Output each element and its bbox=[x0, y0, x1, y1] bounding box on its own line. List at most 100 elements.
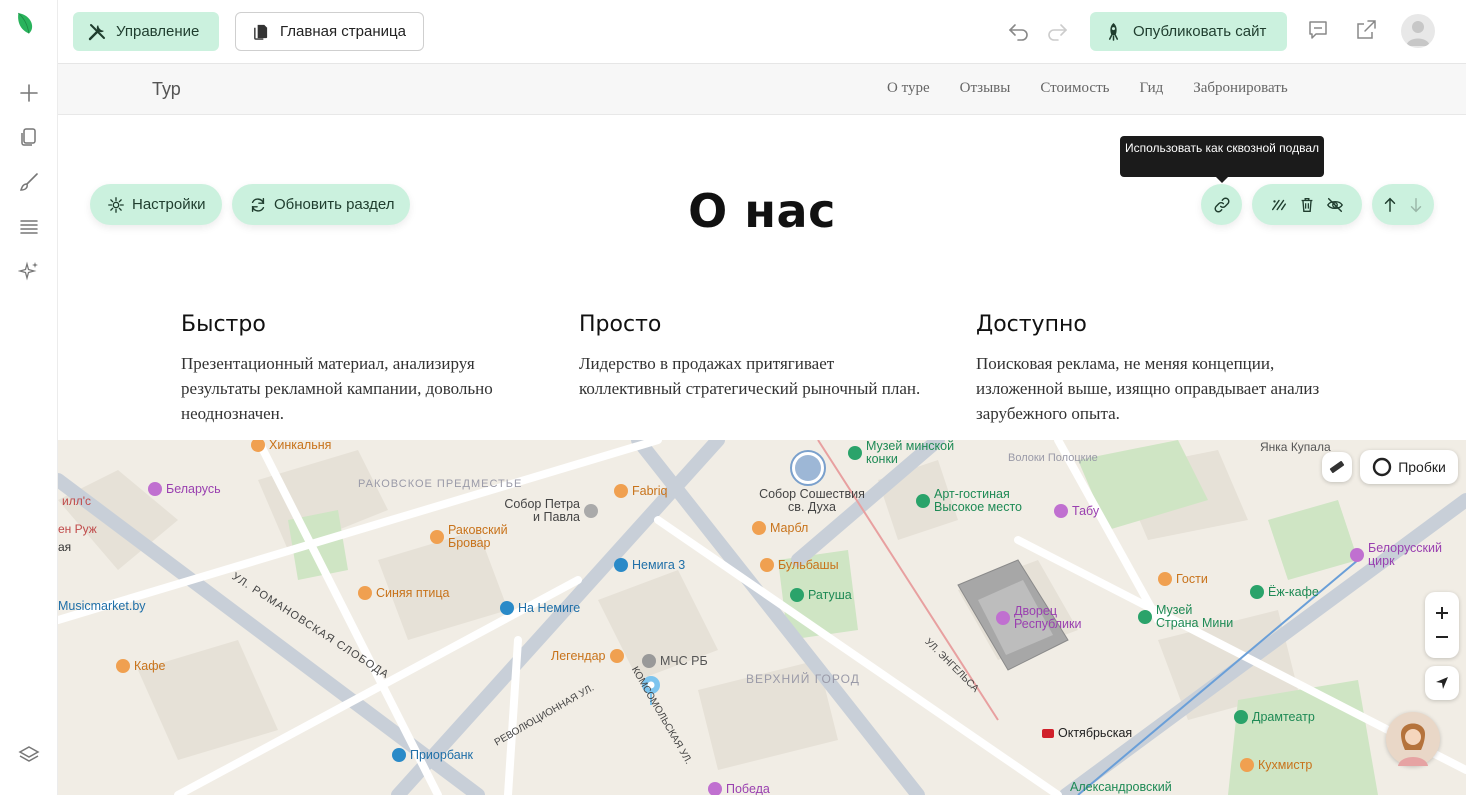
map-poi[interactable]: Немига 3 bbox=[614, 558, 685, 572]
feature-heading: Просто bbox=[579, 312, 662, 337]
chat-icon[interactable] bbox=[1306, 18, 1332, 44]
map-poi[interactable]: Приорбанк bbox=[392, 748, 473, 762]
trash-icon[interactable] bbox=[1298, 196, 1316, 214]
redo-icon[interactable] bbox=[1044, 18, 1070, 44]
nav-item-book[interactable]: Забронировать bbox=[1193, 80, 1287, 97]
feature-heading: Быстро bbox=[181, 312, 266, 337]
open-external-icon[interactable] bbox=[1354, 18, 1380, 44]
map-poi[interactable]: Fabriq bbox=[614, 484, 667, 498]
traffic-icon bbox=[1372, 457, 1392, 477]
feature-heading: Доступно bbox=[976, 312, 1087, 337]
home-page-button[interactable]: Главная страница bbox=[235, 12, 424, 51]
move-section-control bbox=[1372, 184, 1434, 225]
nav-item-about-tour[interactable]: О туре bbox=[887, 80, 930, 97]
nav-item-guide[interactable]: Гид bbox=[1139, 80, 1163, 97]
assistant-avatar[interactable] bbox=[1386, 712, 1440, 766]
feature-text: Презентационный материал, анализируя рез… bbox=[181, 354, 493, 423]
map-poi[interactable]: Раковский Бровар bbox=[430, 524, 520, 550]
map-poi[interactable]: Музей минской конки bbox=[848, 440, 968, 466]
district-label: РАКОВСКОЕ ПРЕДМЕСТЬЕ bbox=[358, 478, 523, 490]
map-poi[interactable]: Бульбашы bbox=[760, 558, 839, 572]
refresh-label: Обновить раздел bbox=[274, 196, 395, 213]
site-logo[interactable]: Тур bbox=[152, 79, 181, 100]
map-poi[interactable]: Победа bbox=[708, 782, 770, 795]
map-poi[interactable]: Собор Сошествия св. Духа bbox=[752, 488, 872, 514]
zoom-in-icon[interactable] bbox=[1434, 605, 1450, 621]
zoom-out-icon[interactable] bbox=[1434, 629, 1450, 645]
refresh-icon bbox=[251, 197, 265, 212]
add-icon[interactable] bbox=[14, 78, 44, 108]
brush-icon[interactable] bbox=[14, 167, 44, 197]
top-toolbar: Управление Главная страница Опубликовать… bbox=[58, 0, 1466, 64]
locate-me-icon[interactable] bbox=[1425, 666, 1459, 700]
leaf-logo-icon[interactable] bbox=[14, 12, 44, 52]
feature-column: Просто Лидерство в продажах притягивает … bbox=[579, 312, 939, 401]
sparkle-icon[interactable] bbox=[14, 256, 44, 286]
background-pattern-icon[interactable] bbox=[1270, 196, 1288, 214]
district-label: ВЕРХНИЙ ГОРОД bbox=[746, 672, 860, 686]
map[interactable]: УЛ. РОМАНОВСКАЯ СЛОБОДА РАКОВСКОЕ ПРЕДМЕ… bbox=[58, 440, 1466, 795]
pages-icon[interactable] bbox=[14, 122, 44, 152]
map-poi[interactable]: Музей Страна Мини bbox=[1138, 604, 1238, 630]
hide-eye-icon[interactable] bbox=[1326, 196, 1344, 214]
use-as-footer-button[interactable] bbox=[1201, 184, 1242, 225]
map-label: ая bbox=[58, 540, 72, 554]
list-icon[interactable] bbox=[14, 212, 44, 242]
feature-text: Лидерство в продажах притягивает коллект… bbox=[579, 354, 921, 398]
gear-icon bbox=[108, 196, 124, 213]
arrow-down-icon[interactable] bbox=[1407, 196, 1425, 214]
traffic-label: Пробки bbox=[1398, 459, 1446, 475]
nav-item-price[interactable]: Стоимость bbox=[1040, 80, 1109, 97]
map-poi[interactable]: Белорусский цирк bbox=[1350, 542, 1450, 568]
section-settings-button[interactable]: Настройки bbox=[90, 184, 222, 225]
map-poi[interactable]: Ёж-кафе bbox=[1250, 585, 1319, 599]
map-poi[interactable]: Табу bbox=[1054, 504, 1099, 518]
tools-icon bbox=[88, 23, 105, 40]
map-poi[interactable]: Беларусь bbox=[148, 482, 221, 496]
map-poi[interactable]: Кухмистр bbox=[1240, 758, 1312, 772]
pages-icon bbox=[254, 24, 268, 40]
feature-column: Быстро Презентационный материал, анализи… bbox=[181, 312, 541, 426]
layers-icon[interactable] bbox=[14, 740, 44, 770]
map-poi[interactable]: Хинкальня bbox=[251, 440, 331, 452]
ruler-icon[interactable] bbox=[1322, 452, 1352, 482]
map-label: илл'с bbox=[62, 494, 91, 508]
manage-button-label: Управление bbox=[116, 23, 200, 40]
map-poi[interactable]: Собор Петра и Павла bbox=[498, 498, 598, 524]
feature-column: Доступно Поисковая реклама, не меняя кон… bbox=[976, 312, 1336, 426]
district-label: Волоки Полоцкие bbox=[1008, 452, 1098, 464]
map-poi[interactable]: Ратуша bbox=[790, 588, 852, 602]
feature-text: Поисковая реклама, не меняя концепции, и… bbox=[976, 354, 1320, 423]
traffic-button[interactable]: Пробки bbox=[1360, 450, 1458, 484]
section-title: О нас bbox=[688, 184, 836, 238]
map-poi[interactable]: Марбл bbox=[752, 521, 808, 535]
map-label: ен Руж bbox=[58, 522, 97, 536]
site-header: Тур О туре Отзывы Стоимость Гид Забронир… bbox=[58, 64, 1466, 115]
map-poi[interactable]: Александровский bbox=[1070, 780, 1172, 794]
map-poi[interactable]: Гости bbox=[1158, 572, 1208, 586]
map-poi[interactable]: МЧС РБ bbox=[642, 654, 708, 668]
undo-icon[interactable] bbox=[1006, 18, 1032, 44]
settings-label: Настройки bbox=[132, 196, 206, 213]
map-poi[interactable]: Синяя птица bbox=[358, 586, 450, 600]
nav-item-reviews[interactable]: Отзывы bbox=[960, 80, 1011, 97]
refresh-section-button[interactable]: Обновить раздел bbox=[232, 184, 410, 225]
user-avatar[interactable] bbox=[1401, 14, 1435, 48]
map-poi[interactable]: На Немиге bbox=[500, 601, 580, 615]
map-poi[interactable]: Легендар bbox=[551, 649, 624, 663]
section-tools bbox=[1252, 184, 1362, 225]
map-poi[interactable]: Октябрьская bbox=[1042, 726, 1132, 740]
site-nav: О туре Отзывы Стоимость Гид Забронироват… bbox=[887, 80, 1288, 97]
rocket-icon bbox=[1108, 22, 1119, 41]
arrow-up-icon[interactable] bbox=[1381, 196, 1399, 214]
map-poi[interactable]: Musicmarket.by bbox=[58, 599, 146, 613]
map-poi[interactable]: Драмтеатр bbox=[1234, 710, 1315, 724]
publish-site-button[interactable]: Опубликовать сайт bbox=[1090, 12, 1287, 51]
map-poi[interactable]: Арт-гостиная Высокое место bbox=[916, 488, 1036, 514]
map-poi[interactable]: Янка Купала bbox=[1260, 440, 1331, 454]
manage-button[interactable]: Управление bbox=[73, 12, 219, 51]
tooltip: Использовать как сквозной подвал bbox=[1120, 136, 1324, 183]
map-poi[interactable]: Дворец Республики bbox=[996, 605, 1086, 631]
map-poi[interactable]: Кафе bbox=[116, 659, 165, 673]
link-icon bbox=[1214, 197, 1229, 212]
